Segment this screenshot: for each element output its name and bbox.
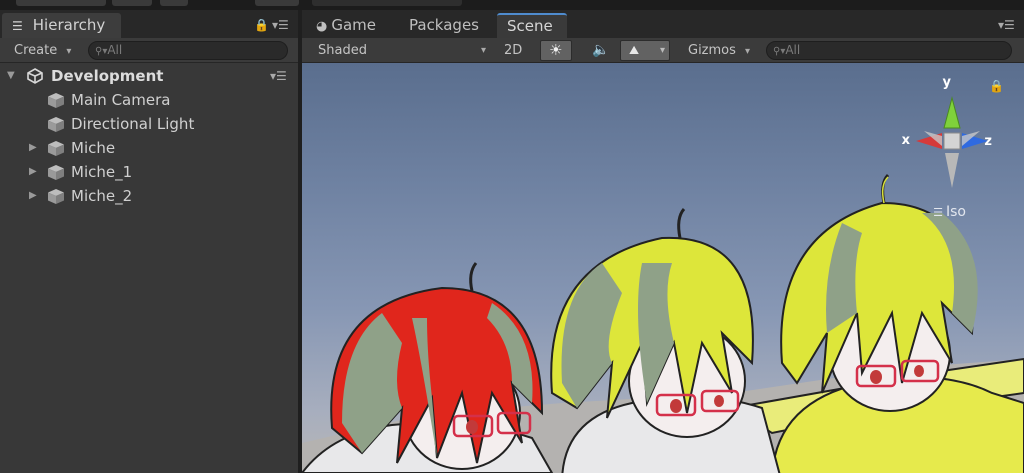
search-icon: ⚲▾	[95, 46, 108, 57]
expand-arrow-icon[interactable]: ▶	[29, 160, 37, 184]
image-icon: ⛰	[629, 43, 640, 57]
hierarchy-search-input[interactable]: ⚲▾All	[88, 41, 288, 60]
panel-menu-icon[interactable]: ▾☰	[272, 18, 289, 32]
gizmo-lock-icon[interactable]: 🔒	[989, 79, 1004, 93]
gizmos-label: Gizmos	[688, 43, 736, 58]
scene-menu-icon[interactable]: ▾☰	[270, 64, 287, 88]
hierarchy-tab-bar: ☰ Hierarchy 🔒 ▾☰	[0, 10, 298, 38]
gameobject-cube-icon	[48, 165, 64, 180]
character-miche	[302, 262, 554, 473]
tab-scene[interactable]: Scene	[497, 13, 567, 38]
hierarchy-panel: ☰ Hierarchy 🔒 ▾☰ Create ⚲▾All ▼ Developm…	[0, 10, 298, 473]
sun-icon: ☀	[549, 41, 563, 59]
hierarchy-item-label: Directional Light	[71, 115, 195, 133]
hierarchy-item-label: Miche_1	[71, 163, 133, 181]
unity-logo-icon	[27, 68, 43, 84]
search-icon: ⚲▾	[773, 46, 786, 57]
tab-packages-label: Packages	[409, 16, 479, 34]
create-dropdown[interactable]: Create	[8, 40, 77, 61]
hierarchy-item-label: Main Camera	[71, 91, 171, 109]
tab-scene-label: Scene	[507, 17, 553, 35]
expand-arrow-icon[interactable]: ▼	[7, 64, 15, 88]
draw-mode-dropdown[interactable]: Shaded ▾	[312, 40, 490, 61]
scene-search-placeholder: All	[785, 43, 801, 57]
projection-toggle[interactable]: ☰ Iso	[933, 204, 966, 220]
gizmo-center-cube[interactable]	[943, 132, 961, 150]
expand-arrow-icon[interactable]: ▶	[29, 184, 37, 208]
hierarchy-search-placeholder: All	[107, 43, 123, 57]
2d-label: 2D	[504, 43, 523, 58]
gameobject-cube-icon	[48, 141, 64, 156]
lighting-toggle-button[interactable]: ☀	[540, 40, 572, 61]
scene-search-input[interactable]: ⚲▾All	[766, 41, 1012, 60]
tab-game[interactable]: ◕ Game	[306, 13, 386, 38]
gameobject-cube-icon	[48, 93, 64, 108]
menu-lines-icon: ☰	[933, 206, 943, 219]
lock-icon[interactable]: 🔒	[254, 18, 269, 32]
scene-root-development[interactable]: ▼ Development ▾☰	[0, 64, 298, 88]
audio-toggle-button[interactable]: 🔈	[586, 40, 615, 61]
chevron-down-icon: ▾	[480, 45, 486, 56]
scene-toolbar: Shaded ▾ 2D ☀ 🔈 ⛰ ▾ Gizmos ⚲▾All	[302, 38, 1024, 63]
gizmos-dropdown[interactable]: Gizmos	[682, 40, 756, 61]
tab-hierarchy-label: Hierarchy	[32, 16, 106, 34]
hierarchy-item-directional-light[interactable]: Directional Light	[0, 112, 298, 136]
scene-tab-bar: ◕ Game Packages Scene ▾☰	[302, 10, 1024, 38]
game-controller-icon: ◕	[316, 19, 328, 34]
gameobject-cube-icon	[48, 117, 64, 132]
hierarchy-toolbar: Create ⚲▾All	[0, 38, 298, 63]
gizmo-y-cone[interactable]	[943, 96, 961, 129]
list-icon: ☰	[12, 19, 23, 33]
hierarchy-item-miche-2[interactable]: ▶ Miche_2	[0, 184, 298, 208]
top-toolbar-strip	[0, 0, 1024, 10]
panel-menu-icon[interactable]: ▾☰	[998, 18, 1015, 32]
hierarchy-item-miche-1[interactable]: ▶ Miche_1	[0, 160, 298, 184]
character-miche-2	[771, 173, 1024, 473]
character-miche-1	[550, 208, 781, 473]
tab-hierarchy[interactable]: ☰ Hierarchy	[2, 13, 121, 38]
chevron-down-icon: ▾	[659, 45, 665, 56]
gizmo-x-label: x	[901, 133, 910, 148]
scene-root-label: Development	[51, 67, 164, 85]
expand-arrow-icon[interactable]: ▶	[29, 136, 37, 160]
hierarchy-item-main-camera[interactable]: Main Camera	[0, 88, 298, 112]
hierarchy-item-label: Miche	[71, 139, 116, 157]
projection-label: Iso	[946, 204, 966, 220]
scene-viewport[interactable]: y x z 🔒 ☰ Iso	[302, 63, 1024, 473]
hierarchy-item-label: Miche_2	[71, 187, 133, 205]
tab-game-label: Game	[331, 16, 376, 34]
scene-view-panel: ◕ Game Packages Scene ▾☰ Shaded ▾ 2D ☀ 🔈 …	[302, 10, 1024, 473]
gameobject-cube-icon	[48, 189, 64, 204]
gizmo-y-label: y	[942, 75, 951, 90]
speaker-icon: 🔈	[592, 42, 610, 58]
draw-mode-label: Shaded	[318, 43, 367, 58]
create-label: Create	[14, 43, 58, 58]
hierarchy-item-miche[interactable]: ▶ Miche	[0, 136, 298, 160]
gizmo-neg-y-cone[interactable]	[945, 153, 959, 188]
gizmo-z-label: z	[984, 134, 992, 149]
2d-toggle-button[interactable]: 2D	[498, 40, 528, 61]
effects-dropdown-button[interactable]: ⛰ ▾	[620, 40, 670, 61]
tab-packages[interactable]: Packages	[399, 13, 489, 38]
